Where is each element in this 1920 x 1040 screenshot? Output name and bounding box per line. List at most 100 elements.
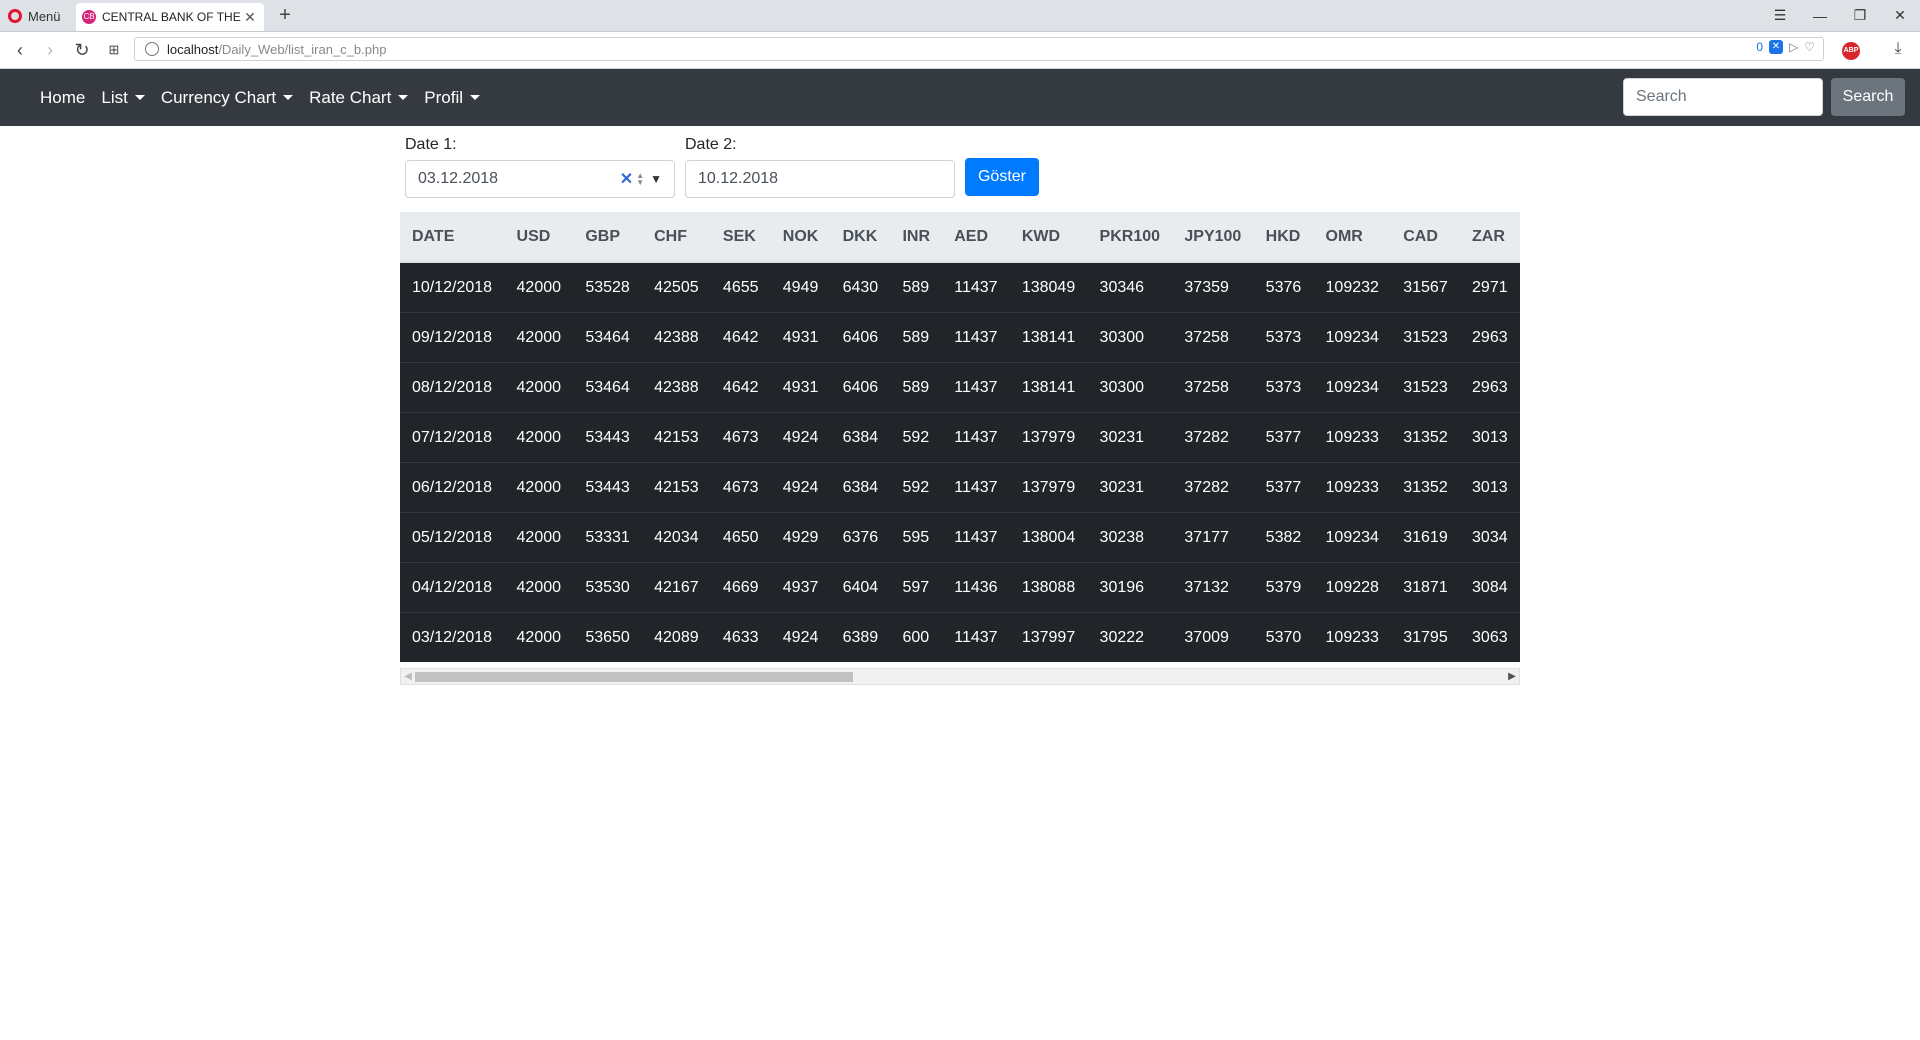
table-cell: 4673 xyxy=(710,462,771,513)
url-field[interactable]: localhost/Daily_Web/list_iran_c_b.php 0 … xyxy=(134,37,1824,61)
table-cell: 31567 xyxy=(1391,261,1461,313)
table-cell: 4642 xyxy=(710,362,771,413)
table-cell: 42000 xyxy=(504,261,574,313)
table-cell: 11437 xyxy=(942,362,1010,413)
table-cell: 42153 xyxy=(642,462,711,513)
tab-menu-icon[interactable]: ☰ xyxy=(1760,0,1800,31)
table-cell: 31352 xyxy=(1391,462,1461,513)
show-button[interactable]: Göster xyxy=(965,158,1039,196)
column-header-nok: NOK xyxy=(770,212,831,263)
table-cell: 109232 xyxy=(1313,261,1392,313)
table-cell: 3013 xyxy=(1460,412,1520,463)
nav-item-profil[interactable]: Profil xyxy=(416,80,488,116)
table-row: 07/12/2018 42000 53443 42153 4673 4924 6384 592… xyxy=(400,412,1520,463)
table-horizontal-scrollbar[interactable]: ◀ ▶ xyxy=(400,668,1520,685)
back-icon[interactable]: ‹ xyxy=(8,38,32,62)
table-cell: 30231 xyxy=(1087,462,1173,513)
browser-menu-label: Menü xyxy=(28,8,61,24)
table-cell: 6404 xyxy=(830,562,891,613)
date2-field[interactable]: 10.12.2018 xyxy=(685,160,955,198)
column-header-usd: USD xyxy=(504,212,574,263)
rates-table-container: DATE USD GBP CHF SEK NOK DKK INR AED KWD PKR100 JPY… xyxy=(400,212,1520,662)
table-cell: 4650 xyxy=(710,512,771,563)
table-cell: 138049 xyxy=(1009,261,1088,313)
column-header-dkk: DKK xyxy=(830,212,891,263)
table-cell: 4929 xyxy=(770,512,831,563)
table-cell: 5379 xyxy=(1253,562,1314,613)
caret-down-icon xyxy=(134,95,145,100)
table-cell: 6430 xyxy=(830,261,891,313)
nav-item-rate-chart[interactable]: Rate Chart xyxy=(301,80,416,116)
scroll-right-icon[interactable]: ▶ xyxy=(1505,669,1519,684)
table-cell: 53464 xyxy=(573,362,643,413)
table-cell: 11436 xyxy=(942,562,1010,613)
table-body: 10/12/2018 42000 53528 42505 4655 4949 6430 589… xyxy=(400,261,1520,662)
caret-down-icon xyxy=(470,95,481,100)
window-close-icon[interactable]: ✕ xyxy=(1880,0,1920,31)
date-spinner-icon[interactable]: ▲ ▼ xyxy=(636,172,644,187)
adblock-icon[interactable]: ABP xyxy=(1842,42,1860,60)
table-cell: 138141 xyxy=(1009,312,1088,363)
column-header-cad: CAD xyxy=(1391,212,1461,263)
table-cell: 37177 xyxy=(1172,512,1254,563)
rates-table: DATE USD GBP CHF SEK NOK DKK INR AED KWD PKR100 JPY… xyxy=(400,212,1520,662)
send-icon[interactable]: ▷ xyxy=(1789,40,1798,54)
table-row: 05/12/2018 42000 53331 42034 4650 4929 6376 595… xyxy=(400,512,1520,563)
nav-item-label: Rate Chart xyxy=(309,87,392,107)
caret-down-icon xyxy=(283,95,294,100)
table-cell: 4673 xyxy=(710,412,771,463)
table-cell: 37258 xyxy=(1172,362,1254,413)
table-cell: 11437 xyxy=(942,512,1010,563)
shield-icon[interactable]: ✕ xyxy=(1769,40,1783,54)
table-cell: 5373 xyxy=(1253,362,1314,413)
date1-group: Date 1: 03.12.2018 ✕ ▲ ▼ ▼ xyxy=(405,136,675,198)
table-cell: 42000 xyxy=(504,462,574,513)
heart-icon[interactable]: ♡ xyxy=(1804,40,1815,54)
table-cell: 4937 xyxy=(770,562,831,613)
table-cell: 2963 xyxy=(1460,312,1520,363)
date1-field[interactable]: 03.12.2018 ✕ ▲ ▼ ▼ xyxy=(405,160,675,198)
minimize-icon[interactable]: — xyxy=(1800,0,1840,31)
table-cell: 109233 xyxy=(1313,462,1392,513)
search-button[interactable]: Search xyxy=(1831,78,1905,116)
nav-item-home[interactable]: Home xyxy=(32,80,93,116)
table-cell: 4669 xyxy=(710,562,771,613)
tab-close-icon[interactable]: ✕ xyxy=(242,9,258,26)
column-header-chf: CHF xyxy=(642,212,711,263)
url-host: localhost xyxy=(167,41,219,57)
restore-icon[interactable]: ❐ xyxy=(1840,0,1880,31)
table-cell: 31523 xyxy=(1391,362,1461,413)
table-cell: 31619 xyxy=(1391,512,1461,563)
column-header-kwd: KWD xyxy=(1009,212,1088,263)
caret-down-icon xyxy=(398,95,409,100)
scroll-left-icon[interactable]: ◀ xyxy=(401,669,415,684)
date-dropdown-icon[interactable]: ▼ xyxy=(650,172,662,186)
new-tab-button[interactable]: + xyxy=(274,4,296,26)
clear-date-icon[interactable]: ✕ xyxy=(620,169,633,189)
forward-icon[interactable]: › xyxy=(38,38,62,62)
speed-dial-icon[interactable]: ⊞ xyxy=(102,38,126,62)
table-cell: 5370 xyxy=(1253,612,1314,662)
date2-group: Date 2: 10.12.2018 xyxy=(685,136,955,198)
table-cell: 37009 xyxy=(1172,612,1254,662)
table-cell: 4633 xyxy=(710,612,771,662)
table-cell: 03/12/2018 xyxy=(400,612,505,662)
reload-icon[interactable]: ↻ xyxy=(70,38,94,62)
download-icon[interactable]: ⤓ xyxy=(1888,40,1908,60)
search-input[interactable] xyxy=(1623,78,1823,116)
table-cell: 592 xyxy=(890,412,943,463)
column-header-hkd: HKD xyxy=(1253,212,1314,263)
table-cell: 2963 xyxy=(1460,362,1520,413)
nav-item-list[interactable]: List xyxy=(93,80,152,116)
scrollbar-thumb[interactable] xyxy=(415,672,853,682)
table-cell: 4949 xyxy=(770,261,831,313)
nav-item-currency-chart[interactable]: Currency Chart xyxy=(153,80,301,116)
browser-tab-active[interactable]: CB CENTRAL BANK OF THE IS ✕ xyxy=(76,3,264,31)
table-cell: 06/12/2018 xyxy=(400,462,505,513)
table-cell: 109228 xyxy=(1313,562,1392,613)
table-cell: 42000 xyxy=(504,512,574,563)
table-row: 06/12/2018 42000 53443 42153 4673 4924 6384 592… xyxy=(400,462,1520,513)
browser-menu-button[interactable]: Menü xyxy=(8,5,61,27)
table-cell: 31523 xyxy=(1391,312,1461,363)
table-cell: 109234 xyxy=(1313,312,1392,363)
